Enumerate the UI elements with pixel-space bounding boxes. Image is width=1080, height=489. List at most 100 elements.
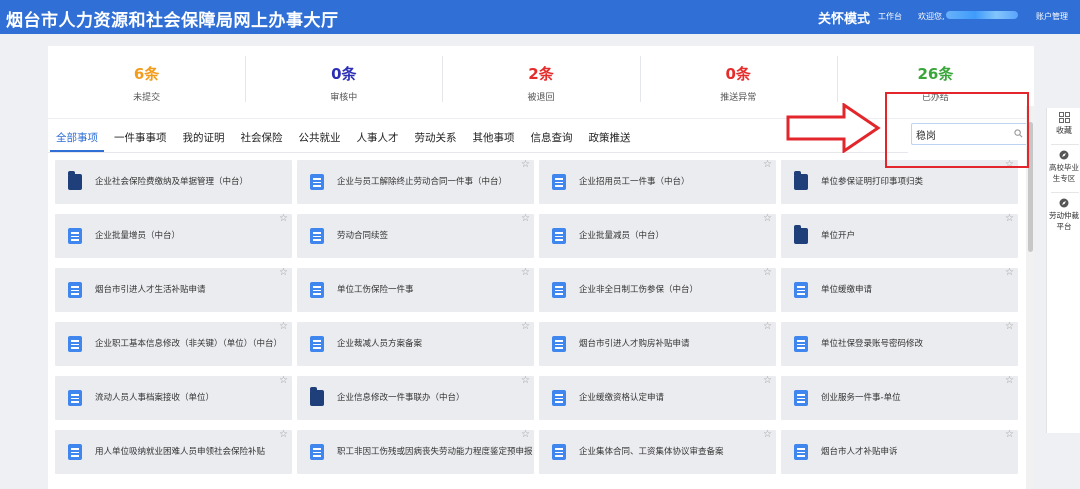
favorite-star-icon[interactable]: ☆: [521, 430, 530, 440]
document-icon: [794, 444, 808, 460]
service-card-label: 用人单位吸纳就业困难人员申领社会保险补贴: [95, 447, 266, 457]
service-card[interactable]: 烟台市人才补贴申诉 ☆: [781, 430, 1018, 474]
favorite-star-icon[interactable]: ☆: [1005, 268, 1014, 278]
favorite-star-icon[interactable]: ☆: [521, 214, 530, 224]
document-icon: [310, 174, 324, 190]
stat-unsubmitted[interactable]: 6条 未提交: [48, 46, 245, 114]
favorite-star-icon[interactable]: ☆: [763, 268, 772, 278]
service-card[interactable]: 企业非全日制工伤参保（中台） ☆: [539, 268, 776, 312]
document-icon: [68, 390, 82, 406]
annotation-highlight-box: [885, 92, 1029, 168]
service-card[interactable]: 流动人员人事档案接收（单位） ☆: [55, 376, 292, 420]
service-card-label: 企业社会保险费缴纳及单据管理（中台）: [95, 177, 249, 187]
user-name-redacted: [946, 11, 1018, 19]
favorite-star-icon[interactable]: ☆: [521, 160, 530, 170]
dock-favorites[interactable]: 收藏: [1047, 112, 1080, 136]
service-card-label: 创业服务一件事-单位: [821, 393, 901, 403]
stat-label: 被退回: [527, 93, 555, 103]
favorite-star-icon[interactable]: ☆: [763, 376, 772, 386]
tab-6[interactable]: 劳动关系: [407, 126, 465, 152]
document-icon: [310, 228, 324, 244]
compass-icon: [1059, 150, 1069, 160]
service-card[interactable]: 企业与员工解除终止劳动合同一件事（中台） ☆: [297, 160, 534, 204]
tab-3[interactable]: 社会保险: [233, 126, 291, 152]
service-card[interactable]: 单位工伤保险一件事 ☆: [297, 268, 534, 312]
service-card-label: 企业招用员工一件事（中台）: [579, 177, 690, 187]
service-card[interactable]: 单位缓缴申请 ☆: [781, 268, 1018, 312]
service-card[interactable]: 烟台市引进人才生活补贴申请 ☆: [55, 268, 292, 312]
tab-0[interactable]: 全部事项: [48, 126, 106, 152]
grid-icon: [1058, 112, 1070, 123]
service-card[interactable]: 劳动合同续签 ☆: [297, 214, 534, 258]
service-card[interactable]: 烟台市引进人才购房补贴申请 ☆: [539, 322, 776, 366]
service-card-label: 单位缓缴申请: [821, 285, 873, 295]
favorite-star-icon[interactable]: ☆: [279, 322, 288, 332]
service-card[interactable]: 用人单位吸纳就业困难人员申领社会保险补贴 ☆: [55, 430, 292, 474]
service-card[interactable]: 企业批量减员（中台） ☆: [539, 214, 776, 258]
favorite-star-icon[interactable]: ☆: [521, 376, 530, 386]
dock-divider: [1051, 192, 1079, 193]
document-icon: [794, 282, 808, 298]
dock-label: 劳动仲裁平台: [1049, 211, 1079, 231]
favorite-star-icon[interactable]: ☆: [279, 268, 288, 278]
service-card-label: 单位工伤保险一件事: [337, 285, 414, 295]
top-header: 烟台市人力资源和社会保障局网上办事大厅 关怀模式 工作台 欢迎您, 账户管理: [0, 0, 1080, 34]
service-card-label: 企业与员工解除终止劳动合同一件事（中台）: [337, 177, 508, 187]
favorite-star-icon[interactable]: ☆: [763, 430, 772, 440]
favorite-star-icon[interactable]: ☆: [279, 376, 288, 386]
favorite-star-icon[interactable]: ☆: [763, 160, 772, 170]
favorite-star-icon[interactable]: ☆: [521, 322, 530, 332]
service-card[interactable]: 创业服务一件事-单位 ☆: [781, 376, 1018, 420]
service-card[interactable]: 企业招用员工一件事（中台） ☆: [539, 160, 776, 204]
document-icon: [794, 390, 808, 406]
service-card-label: 流动人员人事档案接收（单位）: [95, 393, 215, 403]
service-card[interactable]: 企业职工基本信息修改（非关键）（单位）（中台） ☆: [55, 322, 292, 366]
stat-value: 6条: [133, 65, 160, 83]
service-card[interactable]: 企业裁减人员方案备案 ☆: [297, 322, 534, 366]
stat-under-review[interactable]: 0条 审核中: [245, 46, 442, 114]
folder-icon: [310, 387, 324, 406]
dock-label: 收藏: [1056, 126, 1072, 135]
document-icon: [68, 282, 82, 298]
stat-label: 推送异常: [720, 93, 757, 103]
favorite-star-icon[interactable]: ☆: [763, 214, 772, 224]
right-dock: 收藏 高校毕业生专区 劳动仲裁平台: [1046, 108, 1080, 433]
service-card[interactable]: 单位社保登录账号密码修改 ☆: [781, 322, 1018, 366]
tab-4[interactable]: 公共就业: [291, 126, 349, 152]
favorite-star-icon[interactable]: ☆: [763, 322, 772, 332]
favorite-star-icon[interactable]: ☆: [1005, 214, 1014, 224]
service-card-label: 烟台市人才补贴申诉: [821, 447, 898, 457]
tab-7[interactable]: 其他事项: [465, 126, 523, 152]
favorite-star-icon[interactable]: ☆: [1005, 376, 1014, 386]
tab-8[interactable]: 信息查询: [523, 126, 581, 152]
service-card[interactable]: 单位开户 ☆: [781, 214, 1018, 258]
dock-labor-arbitration[interactable]: 劳动仲裁平台: [1047, 198, 1080, 232]
document-icon: [310, 336, 324, 352]
service-card[interactable]: 职工非因工伤残或因病丧失劳动能力程度鉴定预申报 ☆: [297, 430, 534, 474]
favorite-star-icon[interactable]: ☆: [1005, 322, 1014, 332]
account-menu[interactable]: 账户管理: [1036, 11, 1068, 22]
stat-returned[interactable]: 2条 被退回: [442, 46, 639, 114]
document-icon: [310, 444, 324, 460]
document-icon: [552, 282, 566, 298]
tab-9[interactable]: 政策推送: [581, 126, 639, 152]
document-icon: [552, 174, 566, 190]
workbench-link[interactable]: 工作台: [878, 11, 902, 22]
tab-1[interactable]: 一件事事项: [106, 126, 175, 152]
service-card[interactable]: 企业缓缴资格认定申请 ☆: [539, 376, 776, 420]
stat-label: 未提交: [133, 93, 161, 103]
care-mode-button[interactable]: 关怀模式: [818, 8, 870, 27]
favorite-star-icon[interactable]: ☆: [279, 214, 288, 224]
dock-graduate-zone[interactable]: 高校毕业生专区: [1047, 150, 1080, 184]
service-card[interactable]: 企业社会保险费缴纳及单据管理（中台）: [55, 160, 292, 204]
favorite-star-icon[interactable]: ☆: [521, 268, 530, 278]
favorite-star-icon[interactable]: ☆: [1005, 430, 1014, 440]
tab-2[interactable]: 我的证明: [175, 126, 233, 152]
service-card[interactable]: 企业批量增员（中台） ☆: [55, 214, 292, 258]
stat-value: 0条: [725, 65, 751, 83]
service-card[interactable]: 企业信息修改一件事联办（中台） ☆: [297, 376, 534, 420]
service-card[interactable]: 企业集体合同、工资集体协议审查备案 ☆: [539, 430, 776, 474]
tab-5[interactable]: 人事人才: [349, 126, 407, 152]
favorite-star-icon[interactable]: ☆: [279, 430, 288, 440]
stat-value: 2条: [528, 65, 554, 83]
